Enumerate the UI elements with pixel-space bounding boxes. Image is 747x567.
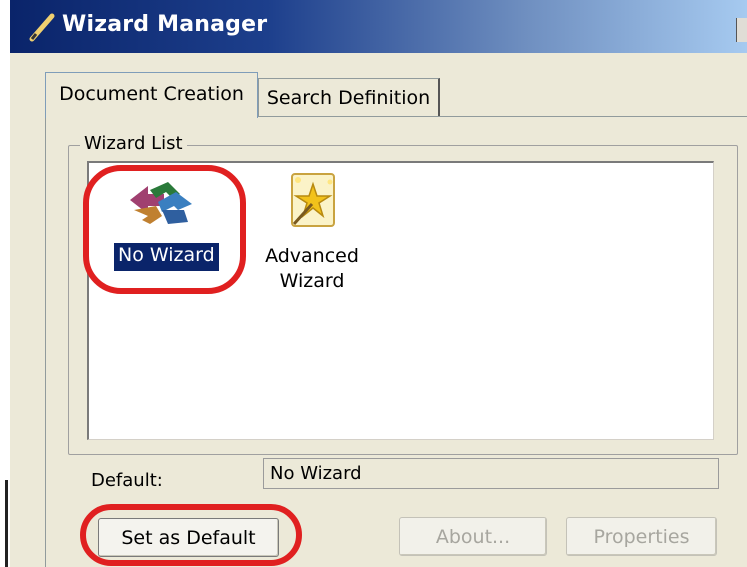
highlight-ring-set-default xyxy=(80,504,302,566)
window-title: Wizard Manager xyxy=(62,12,268,37)
title-bar-button[interactable] xyxy=(736,18,747,42)
pencil-icon xyxy=(28,12,56,42)
tab-search-definition[interactable]: Search Definition xyxy=(258,78,440,116)
wizard-item-label-line: Advanced xyxy=(265,245,359,267)
about-button[interactable]: About... xyxy=(399,517,547,556)
wizard-list-label: Wizard List xyxy=(80,133,187,154)
magic-wand-icon[interactable] xyxy=(286,170,340,230)
properties-button[interactable]: Properties xyxy=(566,517,717,556)
wizard-item-label-line: Wizard xyxy=(279,270,345,292)
wizard-item-advanced-wizard[interactable]: Advanced Wizard xyxy=(262,244,362,294)
window-border xyxy=(5,480,8,567)
default-value-field: No Wizard xyxy=(263,458,719,489)
default-label: Default: xyxy=(91,470,163,491)
tab-document-creation[interactable]: Document Creation xyxy=(45,72,258,118)
highlight-ring-no-wizard xyxy=(83,165,246,294)
